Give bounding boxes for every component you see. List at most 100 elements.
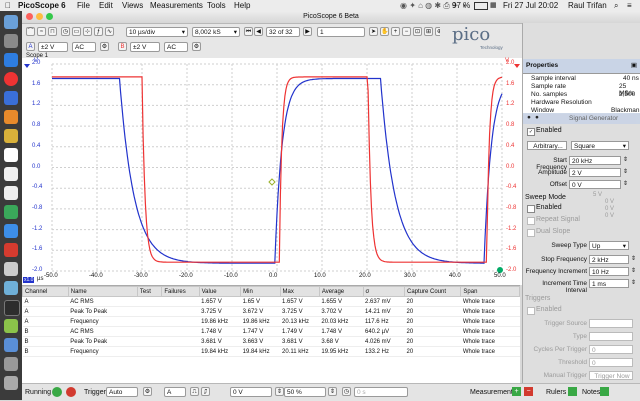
offset-input[interactable]: 0 V: [569, 180, 621, 189]
trigger-delay-input[interactable]: 0 s: [354, 387, 408, 397]
buffer-first-icon[interactable]: ⏮: [244, 27, 253, 36]
trigger-channel-select[interactable]: A: [164, 387, 186, 397]
cursor-icon[interactable]: ⊹: [83, 27, 92, 36]
chB-range-select[interactable]: ±2 V: [130, 42, 160, 52]
trash-icon[interactable]: [4, 376, 18, 390]
measurements-header-cell[interactable]: Capture Count: [403, 286, 462, 297]
battery-icon[interactable]: [474, 2, 488, 10]
trigger-enabled-checkbox[interactable]: [527, 307, 535, 315]
menu-measurements[interactable]: Measurements: [150, 1, 203, 10]
remove-measurement-icon[interactable]: −: [524, 387, 533, 396]
launchpad-icon[interactable]: [4, 34, 18, 48]
app-store-icon[interactable]: [4, 53, 18, 67]
menu-list-icon[interactable]: ≡: [627, 1, 632, 10]
measurements-header-cell[interactable]: Max: [279, 286, 320, 297]
trigger-mode-select[interactable]: Auto: [106, 387, 138, 397]
arbitrary-button[interactable]: Arbitrary...: [527, 141, 567, 150]
math-channel-icon[interactable]: ƒ: [94, 27, 103, 36]
channel-options-icon[interactable]: ▭: [72, 27, 81, 36]
menu-views[interactable]: Views: [122, 1, 143, 10]
terminal-icon[interactable]: [4, 300, 20, 316]
cycles-input[interactable]: 0: [589, 345, 633, 354]
chA-axis-marker-icon[interactable]: [24, 64, 30, 68]
zoom-in-icon[interactable]: +: [391, 27, 400, 36]
sweep-enabled-checkbox[interactable]: [527, 205, 535, 213]
measurements-header-cell[interactable]: Average: [318, 286, 364, 297]
x-unit-marker[interactable]: x1.0: [23, 277, 35, 283]
timebase-icon[interactable]: ◷: [61, 27, 70, 36]
zoom-icon[interactable]: [46, 13, 53, 20]
incr-time-input[interactable]: 1 ms: [589, 279, 629, 288]
stop-freq-input[interactable]: 2 kHz: [589, 255, 629, 264]
zoom-fit-icon[interactable]: ⊞: [424, 27, 433, 36]
waveform-select[interactable]: Square ▾: [571, 141, 629, 150]
hand-tool-icon[interactable]: ✋: [380, 27, 389, 36]
firefox-icon[interactable]: [4, 110, 18, 124]
measurements-header-cell[interactable]: Failures: [161, 286, 200, 297]
rising-edge-icon[interactable]: ⎍: [190, 387, 199, 396]
chB-coupling-select[interactable]: AC: [164, 42, 188, 52]
measurements-header-cell[interactable]: Span: [460, 286, 520, 297]
chB-axis-marker-icon[interactable]: [514, 64, 520, 68]
safari-icon[interactable]: [4, 91, 18, 105]
chA-range-select[interactable]: ±2 V: [38, 42, 68, 52]
chA-coupling-select[interactable]: AC: [72, 42, 96, 52]
preview-icon[interactable]: [4, 262, 18, 276]
measurement-row[interactable]: A Frequency 19.86 kHz 19.86 kHz 20.13 kHz 20.…: [22, 316, 520, 327]
notes-icon[interactable]: [4, 129, 18, 143]
threshold-input[interactable]: 0: [589, 358, 633, 367]
messages-icon[interactable]: [4, 205, 18, 219]
zoom-out-icon[interactable]: −: [402, 27, 411, 36]
menu-datetime[interactable]: Fri 27 Jul 20:02: [503, 1, 558, 10]
measurement-row[interactable]: B AC RMS 1.748 V 1.747 V 1.749 V 1.748 V 640.2…: [22, 326, 520, 337]
search-icon[interactable]: ⌕: [614, 1, 618, 11]
music-icon[interactable]: [4, 243, 18, 257]
keyboard-flag-icon[interactable]: ▦: [490, 1, 497, 9]
menu-help[interactable]: Help: [234, 1, 250, 10]
trig-source-select[interactable]: [589, 319, 633, 328]
trigger-position-stepper-icon[interactable]: ⇕: [328, 387, 337, 396]
timebase-select[interactable]: 10 µs/div ▾: [126, 27, 188, 37]
menu-file[interactable]: File: [77, 1, 90, 10]
measurement-row[interactable]: B Frequency 19.84 kHz 19.84 kHz 20.11 kHz 19.…: [22, 346, 520, 357]
zoom-rect-icon[interactable]: ⊡: [413, 27, 422, 36]
freq-incr-input[interactable]: 10 Hz: [589, 267, 629, 276]
folder-icon[interactable]: [4, 357, 18, 371]
scope-view[interactable]: V V 2.0 2.0 1.6 1.6 1.2 1.2 0.8 0.8 0.4 0.4 0.0 0.0…: [22, 58, 522, 285]
trigger-level-stepper-icon[interactable]: ⇕: [275, 387, 284, 396]
menu-app-name[interactable]: PicoScope 6: [18, 1, 66, 10]
measurement-row[interactable]: A Peak To Peak 3.725 V 3.672 V 3.725 V 3.702 …: [22, 306, 520, 317]
menu-edit[interactable]: Edit: [99, 1, 113, 10]
pointer-tool-icon[interactable]: ➤: [369, 27, 378, 36]
start-freq-input[interactable]: 20 kHz: [569, 156, 621, 165]
chrome-icon[interactable]: [4, 72, 18, 86]
spectrum-mode-icon[interactable]: ⊓: [48, 27, 57, 36]
capture-count-input[interactable]: 1: [317, 27, 365, 37]
persistence-mode-icon[interactable]: ≈: [37, 27, 46, 36]
trigger-marker-icon[interactable]: [268, 178, 276, 186]
buffer-prev-icon[interactable]: ◀: [254, 27, 263, 36]
menu-tools[interactable]: Tools: [207, 1, 226, 10]
measurements-header-cell[interactable]: σ: [362, 286, 405, 297]
reminders-icon[interactable]: [4, 167, 18, 181]
sweep-type-select[interactable]: Up ▾: [589, 241, 629, 250]
siggen-enabled-checkbox[interactable]: ✓: [527, 128, 535, 136]
start-freq-stepper-icon[interactable]: ⇕: [623, 156, 628, 163]
notes-label[interactable]: Notes: [582, 389, 600, 396]
siggen-min-icon[interactable]: ●: [535, 114, 539, 121]
sig-gen-icon[interactable]: ∿: [105, 27, 114, 36]
delay-icon[interactable]: ◷: [342, 387, 351, 396]
close-icon[interactable]: [26, 13, 33, 20]
measurement-row[interactable]: A AC RMS 1.657 V 1.65 V 1.657 V 1.655 V 2.637 …: [22, 296, 520, 307]
scope-mode-icon[interactable]: ⌒: [26, 27, 35, 36]
offset-stepper-icon[interactable]: ⇕: [623, 180, 628, 187]
samples-select[interactable]: 8,002 kS ▾: [192, 27, 240, 37]
xcode-icon[interactable]: [4, 281, 18, 295]
freq-incr-stepper-icon[interactable]: ⇕: [631, 267, 636, 274]
photos-icon[interactable]: [4, 186, 18, 200]
app-icon[interactable]: [4, 319, 18, 333]
trigger-level-input[interactable]: 0 V: [230, 387, 272, 397]
chB-label[interactable]: B: [118, 42, 127, 51]
properties-close-icon[interactable]: ▣: [631, 61, 637, 69]
picoscope-icon[interactable]: [4, 338, 18, 352]
